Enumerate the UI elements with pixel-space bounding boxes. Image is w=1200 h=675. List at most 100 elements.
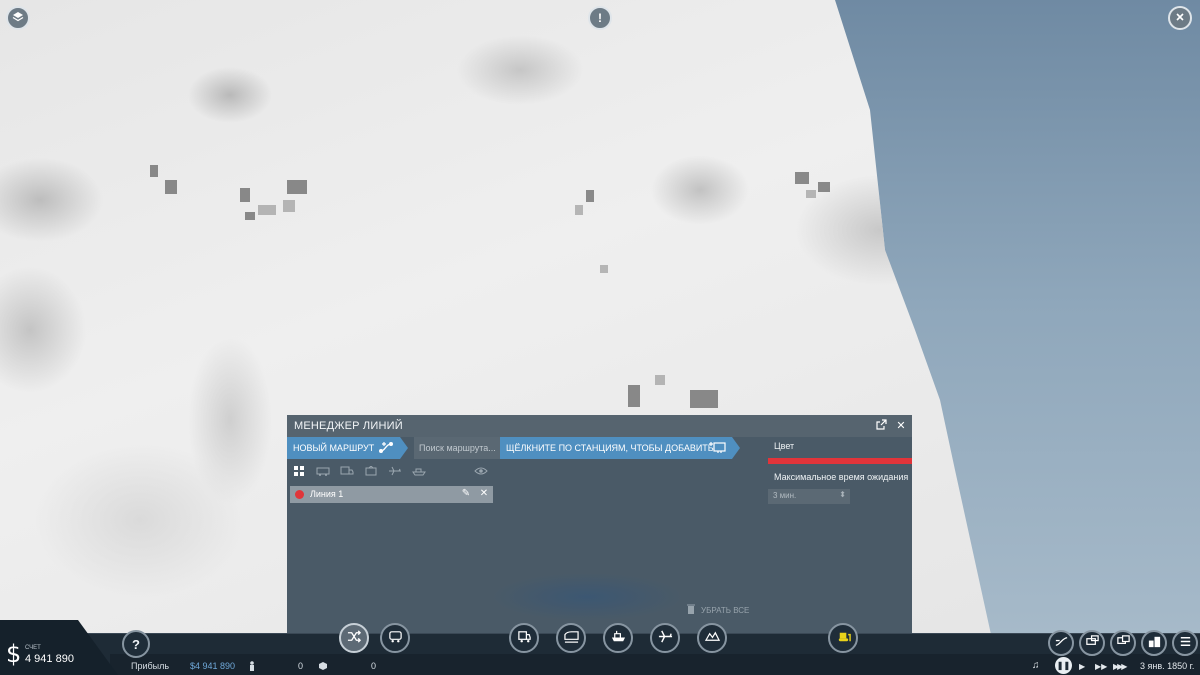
bus-route-icon [388,629,403,647]
plane-icon [658,629,673,647]
building [240,188,250,202]
fast-forward-button[interactable]: ▶▶ [1095,662,1107,671]
passengers-icon [248,661,256,673]
alert-button[interactable]: ! [588,6,612,30]
cargo-value: 0 [371,661,377,671]
building [287,180,307,194]
line-list-item[interactable]: Линия 1 ✎ ✕ [290,486,493,503]
building [150,165,158,177]
building [258,205,276,215]
building [818,182,830,192]
building [283,200,295,212]
play-button[interactable]: ▶ [1079,662,1085,671]
lines-button[interactable] [1048,630,1074,656]
delete-icon[interactable]: ✕ [478,488,490,500]
remove-all-button[interactable]: УБРАТЬ ВСЕ [687,604,749,616]
music-icon[interactable]: ♫ [1032,660,1040,671]
vehicles-icon [1085,634,1100,652]
vehicles-button[interactable] [1079,630,1105,656]
route-add-icon [378,441,394,457]
building [245,212,255,220]
game-date: 3 янв. 1850 г. [1140,661,1195,671]
help-icon: ? [132,636,140,652]
close-icon[interactable]: ✕ [894,419,908,433]
account-value: 4 941 890 [25,653,74,665]
menu-icon [1178,634,1193,652]
popout-icon[interactable] [874,419,888,433]
bus-route-button[interactable] [380,623,410,653]
ship-icon [611,629,626,647]
planes-button[interactable] [650,623,680,653]
cargo-icon [318,661,328,673]
window-titlebar[interactable]: МЕНЕДЖЕР ЛИНИЙ ✕ [287,415,912,437]
line-name: Линия 1 [310,489,344,499]
trash-icon [687,604,695,616]
add-stations-label: ЩЁЛКНИТЕ ПО СТАНЦИЯМ, ЧТОБЫ ДОБАВИТЬ [506,443,714,453]
dollar-icon: $ [6,640,22,668]
terrain-icon [704,629,720,647]
building [795,172,809,184]
menu-button[interactable] [1172,630,1198,656]
ship-icon[interactable] [412,466,426,478]
road-vehicle-icon [517,629,532,647]
account-label: СЧЕТ [25,645,41,651]
building [690,390,718,408]
towns-button[interactable] [1141,630,1167,656]
building [165,180,177,194]
terrain-button[interactable] [697,623,727,653]
line-color-swatch[interactable] [768,458,912,464]
fastest-forward-button[interactable]: ▶▶▶ [1113,662,1128,671]
building [575,205,583,215]
plane-icon[interactable] [388,466,402,478]
line-color-dot [295,490,304,499]
layers-button[interactable] [6,6,30,30]
spinner-icon[interactable]: ⬍ [839,490,846,499]
window-title: МЕНЕДЖЕР ЛИНИЙ [294,420,403,432]
remove-all-label: УБРАТЬ ВСЕ [701,605,750,615]
bulldozer-icon [836,629,851,647]
route-search-input[interactable] [414,437,500,459]
pause-button[interactable]: ❚❚ [1055,657,1072,674]
ships-button[interactable] [603,623,633,653]
passengers-value: 0 [298,661,304,671]
building [600,265,608,273]
close-game-button[interactable] [1168,6,1192,30]
eye-icon[interactable] [474,466,488,478]
chat-icon [1116,634,1131,652]
max-wait-value: 3 мин. [773,491,797,500]
road-vehicles-button[interactable] [509,623,539,653]
close-icon [1175,11,1185,25]
towns-icon [1147,634,1162,652]
alert-icon: ! [598,11,602,25]
bus-icon[interactable] [316,466,330,478]
chat-button[interactable] [1110,630,1136,656]
building [655,375,665,385]
profit-label: Прибыль [131,661,170,671]
edit-icon[interactable]: ✎ [460,488,472,500]
lines-icon [1054,634,1069,652]
trains-button[interactable] [556,623,586,653]
building [586,190,594,202]
window-body [287,437,912,635]
help-button[interactable]: ? [122,630,150,658]
grid-icon[interactable] [294,466,308,478]
layers-icon [12,11,24,26]
bottom-toolbar [0,633,1200,675]
train-icon [563,629,579,647]
station-add-icon [708,441,726,457]
add-stations-button[interactable]: ЩЁЛКНИТЕ ПО СТАНЦИЯМ, ЧТОБЫ ДОБАВИТЬ [500,437,740,459]
tram-icon[interactable] [364,466,378,478]
building [628,385,640,407]
max-wait-label: Максимальное время ожидания [774,472,909,482]
new-route-button[interactable]: НОВЫЙ МАРШРУТ [287,437,408,459]
shuffle-icon [347,629,362,647]
bulldozer-button[interactable] [828,623,858,653]
profit-value: $4 941 890 [190,661,236,671]
line-manager-window: МЕНЕДЖЕР ЛИНИЙ ✕ НОВЫЙ МАРШРУТ ЩЁЛКНИТЕ … [287,415,912,635]
new-route-label: НОВЫЙ МАРШРУТ [293,443,375,453]
truck-icon[interactable] [340,466,354,478]
max-wait-stepper[interactable]: 3 мин. ⬍ [768,489,850,504]
shuffle-button[interactable] [339,623,369,653]
color-label: Цвет [774,441,795,451]
pause-icon: ❚❚ [1056,661,1071,670]
